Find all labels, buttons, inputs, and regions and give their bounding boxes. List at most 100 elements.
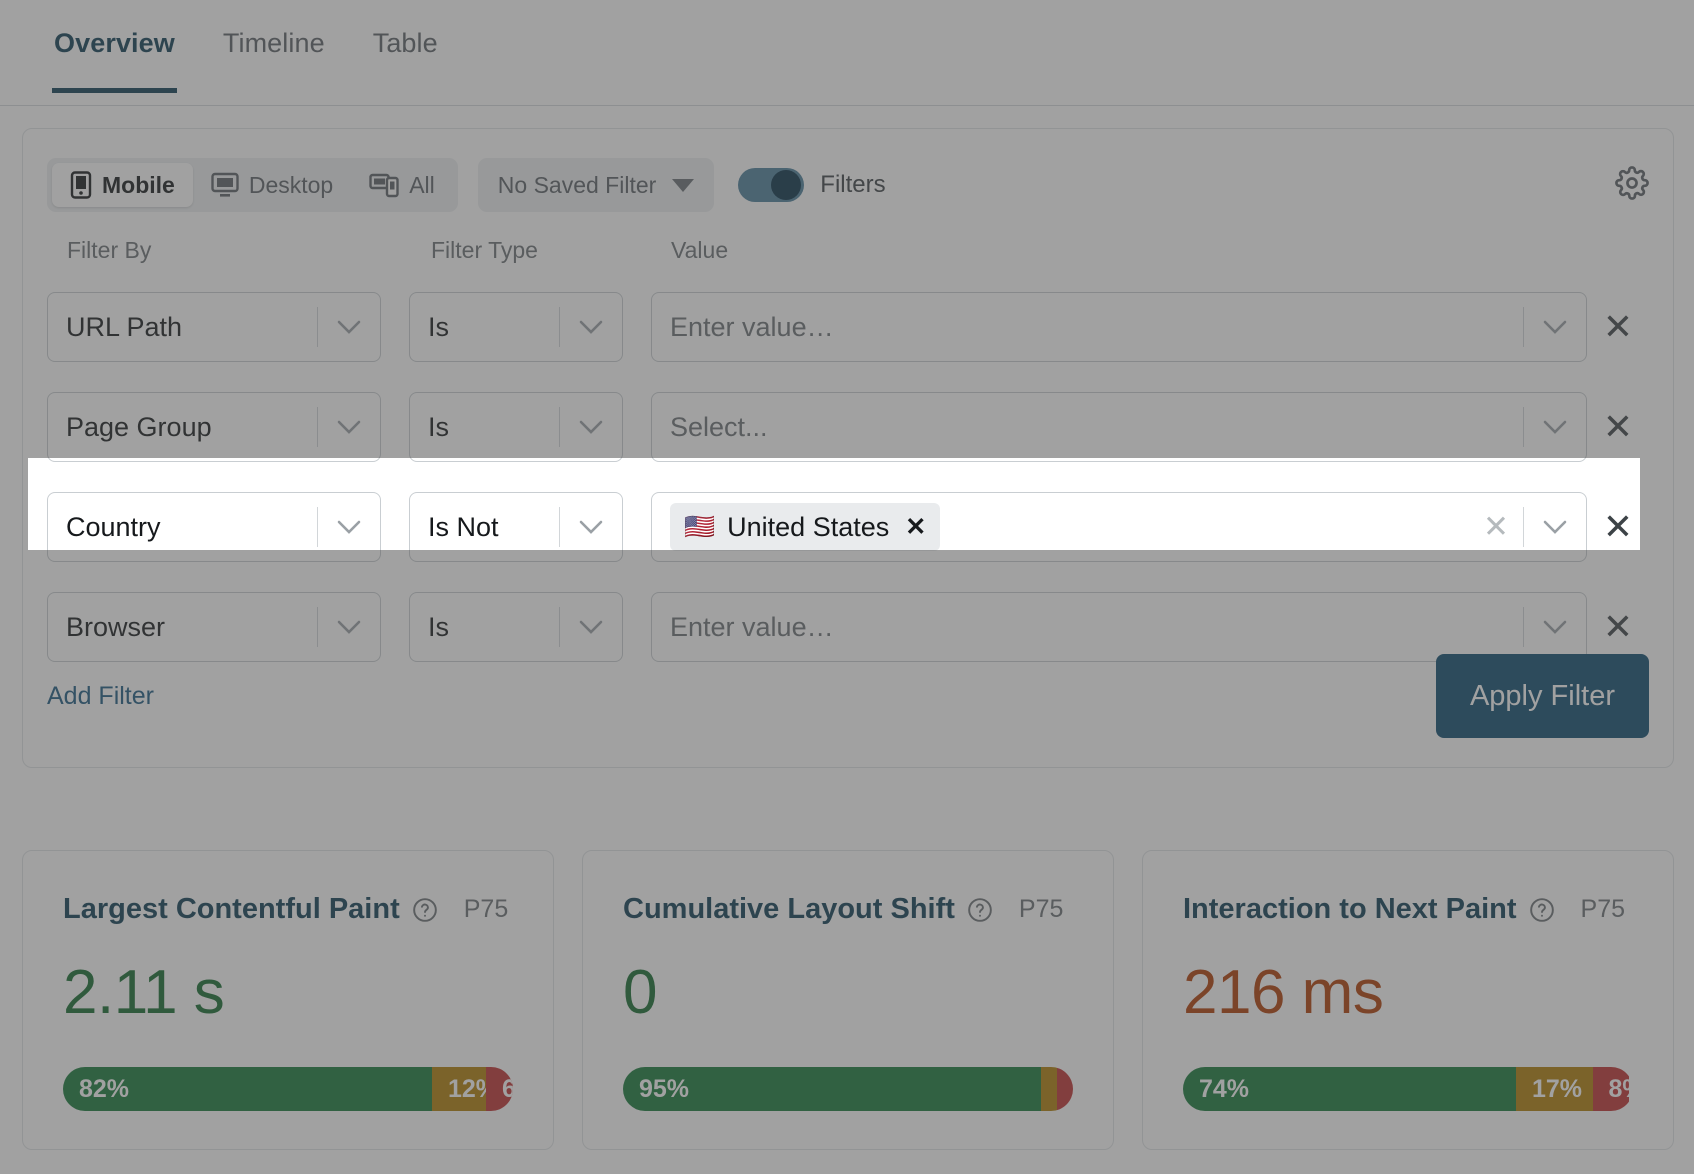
filter-value-select[interactable]: Select... xyxy=(651,392,1587,462)
filter-value-select[interactable]: Enter value… xyxy=(651,592,1587,662)
close-icon: ✕ xyxy=(1602,406,1634,447)
filters-toggle-label: Filters xyxy=(820,171,886,198)
tab-bar: Overview Timeline Table xyxy=(0,0,1694,106)
close-icon: ✕ xyxy=(1602,306,1634,347)
filters-toggle-switch[interactable] xyxy=(738,168,805,202)
filter-value-multiselect[interactable]: 🇺🇸 United States ✕ ✕ xyxy=(651,492,1587,562)
selected-value-chip-label: United States xyxy=(727,511,890,542)
distribution-segment-poor: 8% xyxy=(1592,1067,1629,1111)
settings-button[interactable] xyxy=(1615,165,1649,205)
metric-card-header: Largest Contentful Paint P75 xyxy=(63,893,513,926)
device-option-all-label: All xyxy=(409,171,435,198)
filter-type-select[interactable]: Is Not xyxy=(409,492,623,562)
metric-card-inp: Interaction to Next Paint P75 216 ms 74%… xyxy=(1142,850,1674,1150)
remove-filter-row-button[interactable]: ✕ xyxy=(1587,506,1649,548)
filter-toolbar: Mobile Desktop All No Saved Filter Filte… xyxy=(47,157,1649,213)
chevron-down-icon[interactable] xyxy=(318,619,380,635)
remove-filter-row-button[interactable]: ✕ xyxy=(1587,406,1649,448)
filter-row: URL Path Is Enter value… ✕ xyxy=(47,277,1649,377)
distribution-segment-good: 95% xyxy=(623,1067,1041,1111)
distribution-segment-needs-improvement: 12% xyxy=(432,1067,486,1111)
filter-field-select[interactable]: URL Path xyxy=(47,292,381,362)
chip-remove-icon[interactable]: ✕ xyxy=(905,512,926,542)
tab-timeline[interactable]: Timeline xyxy=(221,0,327,93)
filter-type-select[interactable]: Is xyxy=(409,392,623,462)
filter-row: Page Group Is Select... ✕ xyxy=(47,377,1649,477)
distribution-segment-good: 82% xyxy=(63,1067,432,1111)
device-segmented-control: Mobile Desktop All xyxy=(47,158,458,212)
label-value: Value xyxy=(671,237,729,263)
chevron-down-icon[interactable] xyxy=(1524,519,1586,535)
close-icon: ✕ xyxy=(1602,606,1634,647)
metric-title: Largest Contentful Paint xyxy=(63,893,400,925)
chevron-down-icon[interactable] xyxy=(318,319,380,335)
filter-field-value: URL Path xyxy=(66,311,183,342)
help-circle-icon[interactable] xyxy=(967,897,993,923)
tab-overview[interactable]: Overview xyxy=(52,0,177,93)
filter-type-value: Is xyxy=(428,611,450,642)
metric-value: 216 ms xyxy=(1183,958,1384,1027)
filter-field-value: Browser xyxy=(66,611,166,642)
chevron-down-icon[interactable] xyxy=(560,619,622,635)
selected-value-chip: 🇺🇸 United States ✕ xyxy=(670,503,941,551)
filter-field-value: Page Group xyxy=(66,411,212,442)
metric-title: Interaction to Next Paint xyxy=(1183,893,1517,925)
filter-value-placeholder: Enter value… xyxy=(670,611,834,642)
filter-row-country: Country Is Not 🇺🇸 United States ✕ ✕ ✕ xyxy=(47,477,1649,577)
desktop-icon xyxy=(211,172,239,198)
distribution-segment-poor xyxy=(1057,1067,1073,1111)
apply-filter-button[interactable]: Apply Filter xyxy=(1435,654,1649,738)
all-devices-icon xyxy=(369,172,399,198)
filter-rows: URL Path Is Enter value… ✕ Page Group Is… xyxy=(47,277,1649,677)
filter-field-select[interactable]: Country xyxy=(47,492,381,562)
metric-card-cls: Cumulative Layout Shift P75 0 95% xyxy=(582,850,1114,1150)
distribution-bar: 74% 17% 8% xyxy=(1183,1067,1633,1111)
filter-field-select[interactable]: Page Group xyxy=(47,392,381,462)
device-option-all[interactable]: All xyxy=(351,163,453,207)
chevron-down-icon[interactable] xyxy=(1524,419,1586,435)
device-option-desktop[interactable]: Desktop xyxy=(193,163,351,207)
filter-type-value: Is xyxy=(428,411,450,442)
saved-filter-dropdown[interactable]: No Saved Filter xyxy=(477,158,715,212)
label-filter-type: Filter Type xyxy=(431,237,538,263)
close-icon: ✕ xyxy=(1602,506,1634,547)
filter-field-select[interactable]: Browser xyxy=(47,592,381,662)
distribution-bar: 82% 12% 6% xyxy=(63,1067,513,1111)
chevron-down-icon[interactable] xyxy=(1524,319,1586,335)
tab-table[interactable]: Table xyxy=(371,0,440,93)
label-filter-by: Filter By xyxy=(67,237,152,263)
filters-toggle[interactable]: Filters xyxy=(738,168,886,202)
distribution-segment-needs-improvement xyxy=(1041,1067,1057,1111)
tab-table-label: Table xyxy=(372,28,438,58)
dashboard-page: Overview Timeline Table Mobile Desktop A… xyxy=(0,0,1694,1174)
tab-overview-label: Overview xyxy=(54,28,175,58)
remove-filter-row-button[interactable]: ✕ xyxy=(1587,306,1649,348)
chevron-down-icon[interactable] xyxy=(560,419,622,435)
filter-field-value: Country xyxy=(66,511,161,542)
chevron-down-icon[interactable] xyxy=(318,419,380,435)
percentile-label: P75 xyxy=(463,895,509,923)
distribution-segment-good: 74% xyxy=(1183,1067,1516,1111)
help-circle-icon[interactable] xyxy=(412,897,438,923)
chevron-down-icon[interactable] xyxy=(1524,619,1586,635)
filter-value-select[interactable]: Enter value… xyxy=(651,292,1587,362)
chevron-down-icon[interactable] xyxy=(560,319,622,335)
filter-type-select[interactable]: Is xyxy=(409,292,623,362)
filter-column-labels: Filter By Filter Type Value xyxy=(47,237,1649,267)
add-filter-link[interactable]: Add Filter xyxy=(47,682,154,711)
filter-type-select[interactable]: Is xyxy=(409,592,623,662)
filter-value-placeholder: Enter value… xyxy=(670,311,834,342)
help-circle-icon[interactable] xyxy=(1529,897,1555,923)
metric-card-lcp: Largest Contentful Paint P75 2.11 s 82% … xyxy=(22,850,554,1150)
chevron-down-icon xyxy=(672,178,695,192)
remove-filter-row-button[interactable]: ✕ xyxy=(1587,606,1649,648)
percentile-label: P75 xyxy=(1018,895,1064,923)
gear-icon xyxy=(1615,165,1649,205)
mobile-icon xyxy=(70,171,92,199)
distribution-segment-poor: 6% xyxy=(486,1067,513,1111)
device-option-mobile[interactable]: Mobile xyxy=(52,163,193,207)
filter-type-value: Is Not xyxy=(428,511,499,542)
chevron-down-icon[interactable] xyxy=(318,519,380,535)
chevron-down-icon[interactable] xyxy=(560,519,622,535)
clear-all-values-icon[interactable]: ✕ xyxy=(1469,509,1523,545)
